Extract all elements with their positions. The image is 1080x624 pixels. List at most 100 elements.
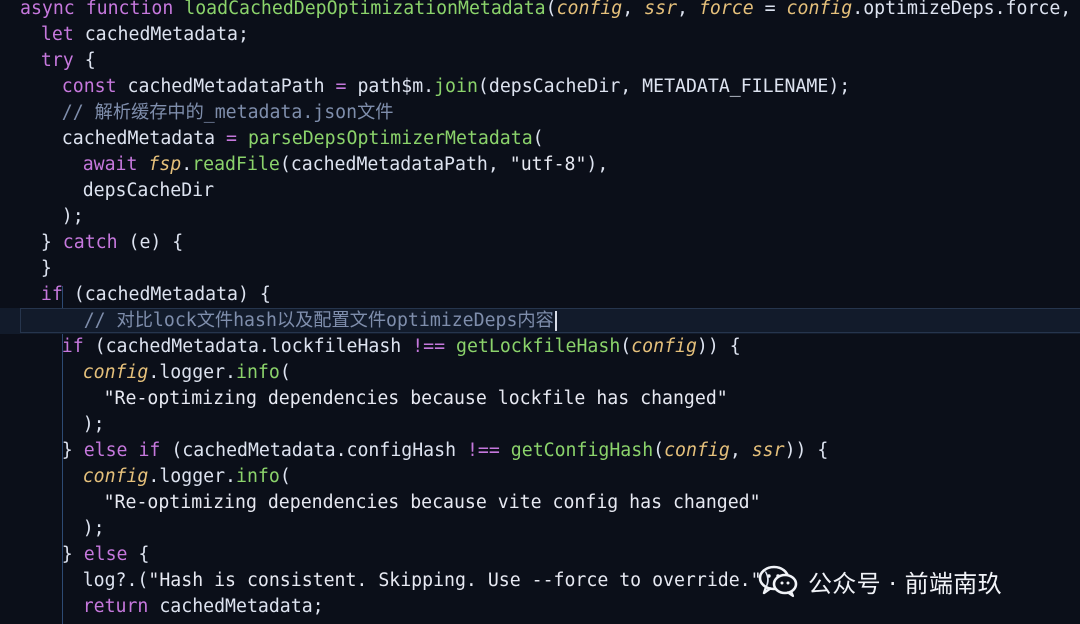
code-line[interactable]: await fsp.readFile(cachedMetadataPath, "… [0, 152, 1080, 178]
code-token-punc [173, 0, 184, 19]
code-line[interactable]: try { [0, 48, 1080, 74]
code-token-kw: else [83, 544, 128, 565]
code-token-punc: ( [653, 440, 665, 461]
code-token-punc: { [73, 50, 96, 71]
code-token-kw: if [138, 440, 161, 461]
code-editor[interactable]: async function loadCachedDepOptimization… [0, 0, 1080, 624]
code-token-punc: { [127, 544, 150, 565]
code-token-var: (cachedMetadata.configHash [160, 440, 467, 461]
code-token-punc: ( [545, 0, 557, 19]
code-text: depsCacheDir [83, 178, 214, 204]
text-cursor [554, 311, 557, 331]
code-token-punc: ); [61, 206, 84, 227]
code-token-var: .logger. [148, 466, 236, 487]
code-token-param: fsp [148, 154, 182, 175]
code-token-var: (cachedMetadataPath, [279, 154, 510, 175]
code-line[interactable]: ); [0, 204, 1080, 230]
code-line[interactable]: "Re-optimizing dependencies because vite… [0, 490, 1080, 516]
code-line[interactable]: ); [0, 412, 1080, 438]
watermark: 公众号 · 前端南玖 [758, 560, 1002, 602]
code-text: } else { [62, 542, 150, 568]
code-token-kw: if [61, 336, 84, 357]
code-token-punc: )) { [784, 440, 829, 461]
code-line[interactable]: } catch (e) { [0, 230, 1080, 256]
code-token-param: ssr [751, 440, 785, 461]
code-token-var: cachedMetadata [61, 128, 227, 149]
code-line[interactable]: if (cachedMetadata.lockfileHash !== getL… [0, 334, 1080, 360]
code-line[interactable]: } [0, 256, 1080, 282]
code-text: await fsp.readFile(cachedMetadataPath, "… [83, 152, 609, 178]
code-token-comment: // 解析缓存中的_metadata.json文件 [61, 102, 394, 123]
code-token-punc: ( [279, 362, 291, 383]
code-token-punc: (e) { [117, 232, 184, 253]
code-token-punc: } [61, 544, 84, 565]
code-token-fn: parseDepsOptimizerMetadata [247, 128, 533, 149]
code-token-punc [137, 154, 148, 175]
code-token-param: config [786, 0, 853, 19]
code-token-punc: , [729, 440, 752, 461]
code-token-param: config [82, 466, 149, 487]
code-token-param: force [698, 0, 754, 19]
code-text: const cachedMetadataPath = path$m.join(d… [62, 74, 850, 100]
code-token-fn: info [236, 466, 280, 487]
code-token-fn: loadCachedDepOptimizationMetadata [184, 0, 546, 19]
code-text: config.logger.info( [83, 464, 291, 490]
code-text: // 对比lock文件hash以及配置文件optimizeDeps内容 [62, 308, 557, 334]
code-line[interactable]: } else if (cachedMetadata.configHash !==… [0, 438, 1080, 464]
code-token-punc [75, 0, 86, 19]
code-text: if (cachedMetadata) { [41, 282, 271, 308]
code-token-punc: } [61, 440, 84, 461]
code-text: if (cachedMetadata.lockfileHash !== getL… [62, 334, 741, 360]
code-text: log?.("Hash is consistent. Skipping. Use… [83, 568, 784, 594]
watermark-text: 公众号 · 前端南玖 [808, 569, 1002, 598]
code-token-var: cachedMetadataPath [116, 76, 336, 97]
code-token-punc: , [677, 0, 699, 19]
code-line[interactable]: config.logger.info( [0, 360, 1080, 386]
code-text: try { [41, 48, 96, 74]
code-token-param: ssr [644, 0, 678, 19]
code-token-str: "Re-optimizing dependencies because vite… [103, 492, 761, 513]
code-token-punc: .optimizeDeps.force, [852, 0, 1072, 19]
code-token-str: "utf-8" [509, 154, 587, 175]
code-token-kw: function [85, 0, 174, 19]
code-token-fn: info [236, 362, 280, 383]
code-token-op: = [226, 128, 237, 149]
code-line[interactable]: config.logger.info( [0, 464, 1080, 490]
code-text: config.logger.info( [83, 360, 291, 386]
code-text: cachedMetadata = parseDepsOptimizerMetad… [62, 126, 544, 152]
code-token-punc: )) { [696, 336, 741, 357]
code-token-punc: , [622, 0, 645, 19]
code-text: // 解析缓存中的_metadata.json文件 [62, 100, 394, 126]
code-line[interactable]: ); [0, 516, 1080, 542]
code-text: ); [83, 516, 105, 542]
code-line[interactable]: cachedMetadata = parseDepsOptimizerMetad… [0, 126, 1080, 152]
code-token-var: cachedMetadata; [73, 24, 249, 45]
code-token-kw: return [82, 596, 149, 617]
code-text: } else if (cachedMetadata.configHash !==… [62, 438, 829, 464]
code-token-var: .logger. [148, 362, 236, 383]
code-token-kw: let [40, 24, 74, 45]
code-text: async function loadCachedDepOptimization… [20, 0, 1071, 22]
code-line[interactable]: // 解析缓存中的_metadata.json文件 [0, 100, 1080, 126]
code-token-param: config [556, 0, 623, 19]
code-line[interactable]: if (cachedMetadata) { [0, 282, 1080, 308]
code-token-punc: ); [82, 518, 105, 539]
code-token-str: "Re-optimizing dependencies because lock… [103, 388, 728, 409]
code-token-punc: ( [532, 128, 544, 149]
code-token-punc: ), [586, 154, 609, 175]
code-line[interactable]: "Re-optimizing dependencies because lock… [0, 386, 1080, 412]
code-line[interactable]: let cachedMetadata; [0, 22, 1080, 48]
code-text: } [41, 256, 52, 282]
code-line[interactable]: async function loadCachedDepOptimization… [0, 0, 1080, 22]
code-token-var: log?.( [82, 570, 149, 591]
code-line[interactable]: depsCacheDir [0, 178, 1080, 204]
code-line-current[interactable]: // 对比lock文件hash以及配置文件optimizeDeps内容 [0, 308, 1080, 334]
code-token-op: !== [466, 440, 500, 461]
code-token-str: "Hash is consistent. Skipping. Use --for… [148, 570, 762, 591]
code-token-punc [445, 336, 456, 357]
code-line[interactable]: const cachedMetadataPath = path$m.join(d… [0, 74, 1080, 100]
code-text: let cachedMetadata; [41, 22, 249, 48]
code-text: "Re-optimizing dependencies because vite… [104, 490, 761, 516]
code-text: return cachedMetadata; [83, 594, 324, 620]
code-token-fn: getLockfileHash [456, 336, 621, 357]
